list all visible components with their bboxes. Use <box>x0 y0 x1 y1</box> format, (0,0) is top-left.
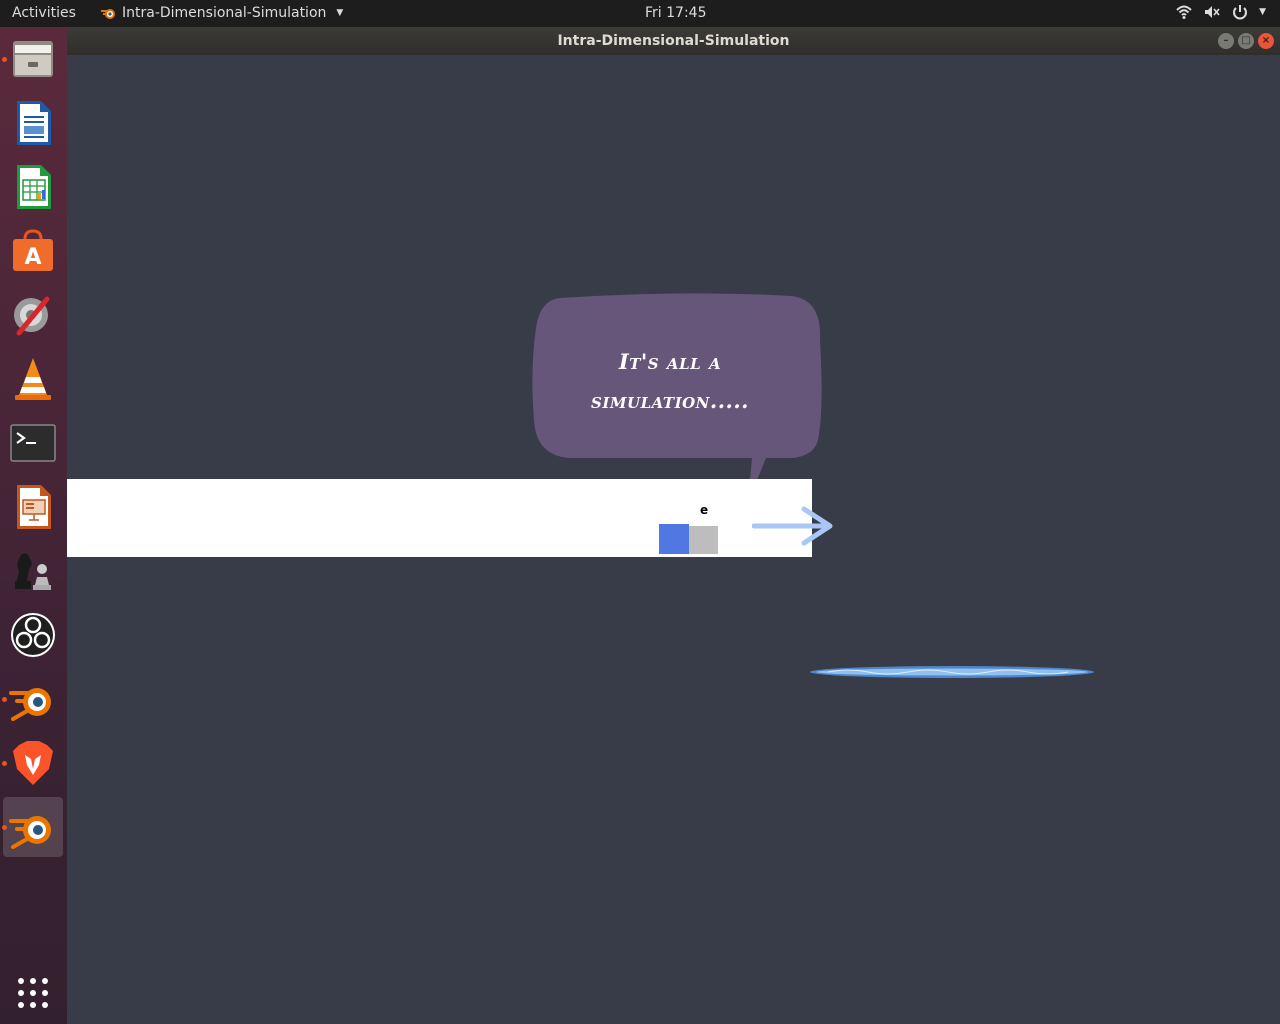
show-applications-button[interactable] <box>3 963 63 1023</box>
top-bar: Activities Intra-Dimensional-Simulation … <box>0 0 1280 27</box>
brave-browser-icon <box>13 741 53 785</box>
wifi-icon <box>1176 5 1192 19</box>
app-menu-label: Intra-Dimensional-Simulation <box>122 5 327 21</box>
minimize-button[interactable]: – <box>1218 33 1234 49</box>
dock-item-obs[interactable] <box>3 605 63 665</box>
files-icon <box>13 41 53 77</box>
system-tools-icon <box>14 296 50 336</box>
system-tray[interactable]: ▼ <box>1175 3 1266 21</box>
libreoffice-calc-icon <box>17 165 51 209</box>
libreoffice-impress-icon <box>17 485 51 529</box>
power-icon <box>1233 5 1248 20</box>
running-indicator <box>2 761 7 766</box>
dock-item-blender-active[interactable] <box>2 797 63 857</box>
vlc-icon <box>15 358 51 400</box>
blender-icon <box>101 9 115 19</box>
window-controls: – □ × <box>1218 33 1274 49</box>
dock-item-terminal[interactable] <box>3 413 63 473</box>
terminal-icon <box>10 424 56 462</box>
dock-item-brave[interactable] <box>2 733 63 793</box>
blender-icon <box>9 688 51 721</box>
dock-item-files[interactable] <box>2 29 63 89</box>
app-menu[interactable]: Intra-Dimensional-Simulation ▼ <box>100 5 343 21</box>
svg-text:A: A <box>24 245 41 270</box>
dock-item-chess[interactable] <box>3 541 63 601</box>
running-indicator <box>2 57 7 62</box>
dock-item-calc[interactable] <box>3 157 63 217</box>
show-applications-icon <box>18 978 48 1008</box>
running-indicator <box>2 825 7 830</box>
portal-icon <box>810 666 1094 678</box>
volume-muted-icon <box>1205 6 1220 18</box>
clock[interactable]: Fri 17:45 <box>645 5 706 21</box>
activities-button[interactable]: Activities <box>12 5 76 21</box>
chess-icon <box>15 553 51 590</box>
gray-block <box>689 526 718 554</box>
chevron-down-icon: ▼ <box>1259 7 1266 17</box>
obs-studio-icon <box>11 613 55 657</box>
close-button[interactable]: × <box>1258 33 1274 49</box>
speech-line-2: simulation..... <box>591 388 749 413</box>
maximize-button[interactable]: □ <box>1238 33 1254 49</box>
dock: A <box>0 27 67 1024</box>
dock-item-vlc[interactable] <box>3 349 63 409</box>
software-center-icon: A <box>13 229 53 271</box>
chevron-down-icon: ▼ <box>336 8 344 18</box>
dock-item-impress[interactable] <box>3 477 63 537</box>
speech-line-1: It's all a <box>618 349 722 374</box>
player-block <box>659 524 689 554</box>
dock-item-writer[interactable] <box>3 93 63 153</box>
blender-icon <box>9 816 51 849</box>
dock-item-blender[interactable] <box>2 669 63 729</box>
arrow-right-icon <box>752 506 833 546</box>
key-hint: e <box>700 503 709 517</box>
dock-item-software[interactable]: A <box>3 221 63 281</box>
window-title: Intra-Dimensional-Simulation <box>557 33 790 49</box>
dock-item-system-tools[interactable] <box>3 285 63 345</box>
running-indicator <box>2 697 7 702</box>
libreoffice-writer-icon <box>17 101 51 145</box>
window-titlebar[interactable]: Intra-Dimensional-Simulation – □ × <box>67 27 1280 55</box>
speech-bubble-text: It's all a simulation..... <box>570 342 770 420</box>
